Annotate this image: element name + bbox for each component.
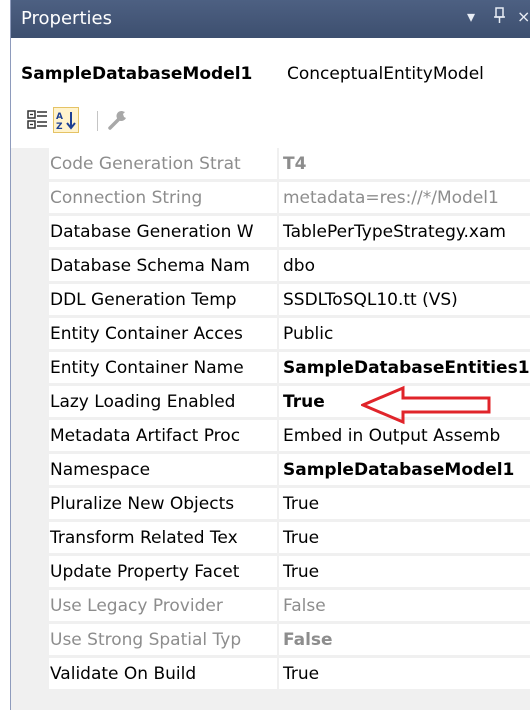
svg-text:Z: Z: [56, 122, 63, 132]
object-type: ConceptualEntityModel: [287, 64, 484, 84]
property-row[interactable]: DDL Generation Temp SSDLToSQL10.tt (VS): [11, 284, 530, 316]
property-value: metadata=res://*/Model1: [279, 182, 530, 214]
property-name: Validate On Build: [49, 658, 277, 690]
property-name: Namespace: [49, 454, 277, 486]
property-row[interactable]: Transform Related Tex True: [11, 522, 530, 554]
property-name: DDL Generation Temp: [49, 284, 277, 316]
property-row[interactable]: Code Generation Strat T4: [11, 148, 530, 180]
property-row[interactable]: Database Schema Nam dbo: [11, 250, 530, 282]
property-row[interactable]: Update Property Facet True: [11, 556, 530, 588]
property-name: Use Legacy Provider: [49, 590, 277, 622]
alphabetical-sort-icon[interactable]: A Z: [53, 107, 79, 133]
window-title-bar: Properties ▾ ×: [11, 0, 530, 38]
property-value: False: [279, 624, 530, 656]
property-row[interactable]: Entity Container Acces Public: [11, 318, 530, 350]
property-row[interactable]: Use Strong Spatial Typ False: [11, 624, 530, 656]
property-value[interactable]: True: [279, 488, 530, 520]
property-value[interactable]: Public: [279, 318, 530, 350]
property-value[interactable]: SSDLToSQL10.tt (VS): [279, 284, 530, 316]
property-name: Code Generation Strat: [49, 148, 277, 180]
property-name: Update Property Facet: [49, 556, 277, 588]
property-name: Connection String: [49, 182, 277, 214]
properties-toolbar: A Z: [11, 103, 530, 137]
property-name: Use Strong Spatial Typ: [49, 624, 277, 656]
property-value[interactable]: SampleDatabaseModel1: [279, 454, 530, 486]
property-name: Transform Related Tex: [49, 522, 277, 554]
selected-object-selector[interactable]: SampleDatabaseModel1 ConceptualEntityMod…: [11, 54, 530, 94]
property-name: Entity Container Acces: [49, 318, 277, 350]
close-icon[interactable]: ×: [517, 7, 530, 26]
property-row[interactable]: Entity Container Name SampleDatabaseEnti…: [11, 352, 530, 384]
property-row[interactable]: Validate On Build True: [11, 658, 530, 690]
property-name: Lazy Loading Enabled: [49, 386, 277, 418]
property-value[interactable]: True: [279, 556, 530, 588]
property-value[interactable]: dbo: [279, 250, 530, 282]
property-grid: Code Generation Strat T4 Connection Stri…: [11, 148, 530, 710]
property-value[interactable]: SampleDatabaseEntities1: [279, 352, 530, 384]
property-row[interactable]: Database Generation W TablePerTypeStrate…: [11, 216, 530, 248]
property-row[interactable]: Pluralize New Objects True: [11, 488, 530, 520]
toolbar-separator: [97, 111, 98, 131]
object-name: SampleDatabaseModel1: [21, 64, 253, 84]
property-value[interactable]: True: [279, 522, 530, 554]
svg-text:A: A: [56, 112, 63, 122]
property-value: T4: [279, 148, 530, 180]
window-title: Properties: [21, 8, 112, 29]
pin-icon[interactable]: [493, 7, 507, 29]
wrench-icon[interactable]: [105, 107, 131, 133]
property-name: Database Generation W: [49, 216, 277, 248]
property-row[interactable]: Namespace SampleDatabaseModel1: [11, 454, 530, 486]
categorized-icon[interactable]: [25, 107, 51, 133]
property-name: Database Schema Nam: [49, 250, 277, 282]
property-row[interactable]: Use Legacy Provider False: [11, 590, 530, 622]
red-arrow-annotation-icon: [361, 385, 491, 425]
property-value: False: [279, 590, 530, 622]
property-value[interactable]: True: [279, 658, 530, 690]
property-row[interactable]: Connection String metadata=res://*/Model…: [11, 182, 530, 214]
property-name: Pluralize New Objects: [49, 488, 277, 520]
window-position-dropdown-icon[interactable]: ▾: [467, 7, 475, 26]
properties-window: Properties ▾ × SampleDatabaseModel1 Conc…: [10, 0, 530, 710]
property-name: Metadata Artifact Proc: [49, 420, 277, 452]
property-value[interactable]: TablePerTypeStrategy.xam: [279, 216, 530, 248]
property-name: Entity Container Name: [49, 352, 277, 384]
